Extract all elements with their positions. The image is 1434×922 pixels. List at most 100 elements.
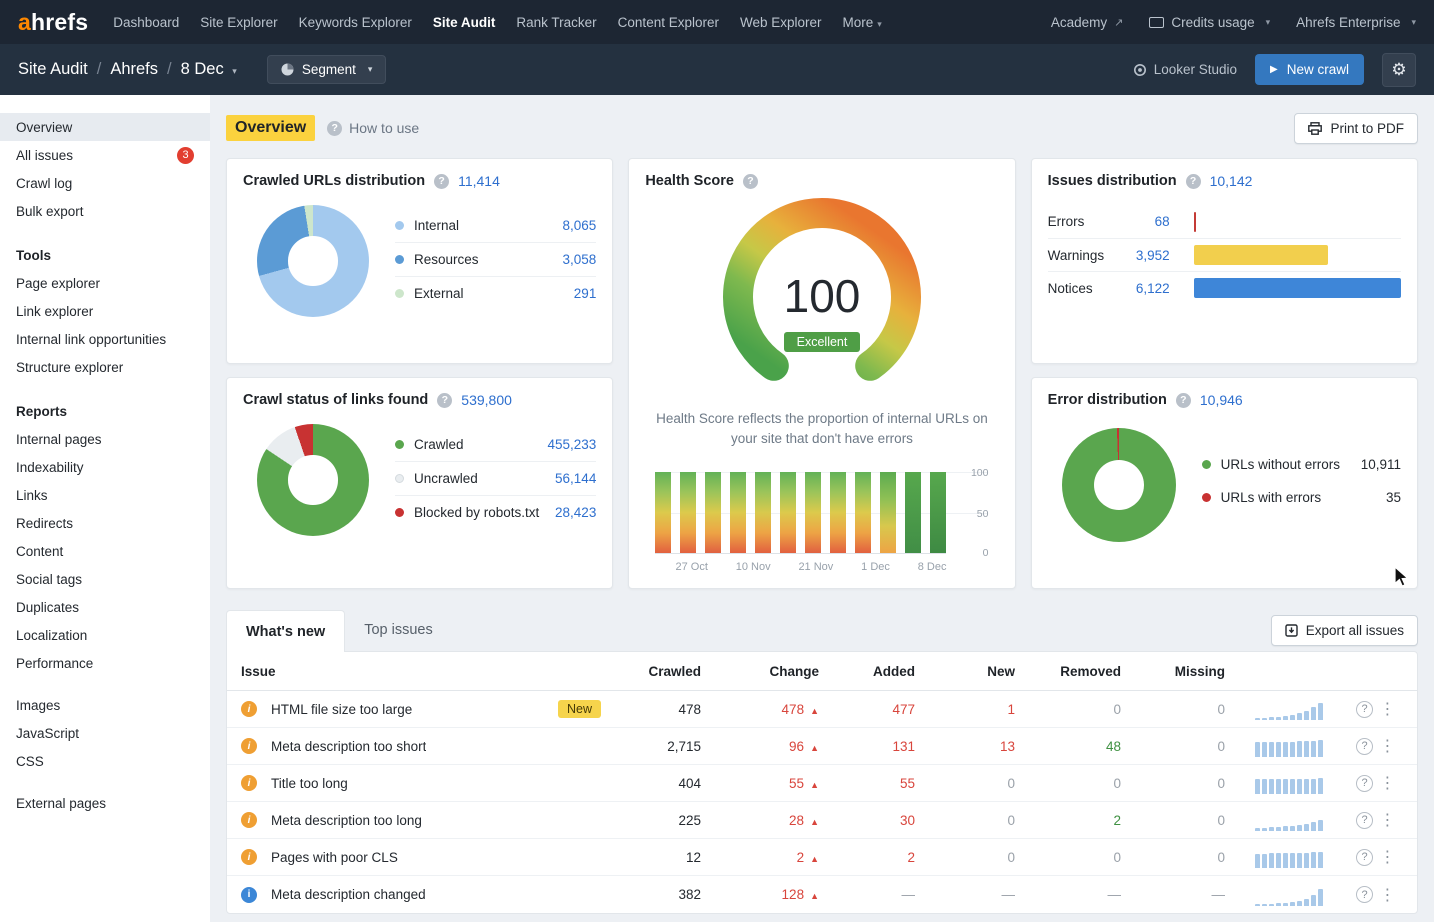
card-total-link[interactable]: 10,142 bbox=[1210, 173, 1253, 189]
issue-link[interactable]: Meta description too long bbox=[271, 813, 422, 828]
health-history-bar bbox=[755, 472, 771, 553]
tab-top-issues[interactable]: Top issues bbox=[345, 609, 452, 651]
dist-value-link[interactable]: 3,952 bbox=[1120, 248, 1170, 263]
help-icon[interactable]: ? bbox=[437, 393, 452, 408]
col-added[interactable]: Added bbox=[819, 664, 915, 679]
sidebar-item-link-explorer[interactable]: Link explorer bbox=[0, 297, 210, 325]
credits-usage-menu[interactable]: Credits usage▾ bbox=[1149, 15, 1270, 30]
nav-keywords-explorer[interactable]: Keywords Explorer bbox=[299, 15, 412, 30]
sidebar-item-duplicates[interactable]: Duplicates bbox=[0, 593, 210, 621]
help-icon[interactable]: ? bbox=[1176, 393, 1191, 408]
nav-site-explorer[interactable]: Site Explorer bbox=[200, 15, 277, 30]
help-icon[interactable]: ? bbox=[1356, 849, 1373, 866]
row-menu-icon[interactable]: ⋮ bbox=[1373, 847, 1403, 867]
sidebar-item-redirects[interactable]: Redirects bbox=[0, 509, 210, 537]
help-icon[interactable]: ? bbox=[743, 174, 758, 189]
legend-value-link[interactable]: 291 bbox=[574, 286, 597, 301]
legend-value-link[interactable]: 28,423 bbox=[555, 505, 596, 520]
card-total-link[interactable]: 10,946 bbox=[1200, 392, 1243, 408]
sidebar-item-page-explorer[interactable]: Page explorer bbox=[0, 269, 210, 297]
help-icon[interactable]: ? bbox=[327, 121, 342, 136]
dist-row-errors: Errors68 bbox=[1048, 205, 1401, 238]
sidebar-item-indexability[interactable]: Indexability bbox=[0, 453, 210, 481]
breadcrumb-project[interactable]: Ahrefs bbox=[110, 60, 158, 79]
new-value: 1 bbox=[915, 702, 1015, 717]
looker-studio-link[interactable]: Looker Studio bbox=[1133, 62, 1237, 77]
col-removed[interactable]: Removed bbox=[1015, 664, 1121, 679]
how-to-use-link[interactable]: How to use bbox=[349, 120, 419, 136]
sidebar-item-javascript[interactable]: JavaScript bbox=[0, 719, 210, 747]
enterprise-label: Ahrefs Enterprise bbox=[1296, 15, 1400, 30]
issue-link[interactable]: HTML file size too large bbox=[271, 702, 412, 717]
help-icon[interactable]: ? bbox=[1356, 775, 1373, 792]
x-tick: 8 Dec bbox=[918, 561, 947, 573]
row-menu-icon[interactable]: ⋮ bbox=[1373, 773, 1403, 793]
academy-link[interactable]: Academy↗ bbox=[1051, 15, 1124, 30]
col-crawled[interactable]: Crawled bbox=[615, 664, 701, 679]
sidebar-item-social-tags[interactable]: Social tags bbox=[0, 565, 210, 593]
breadcrumb-site-audit[interactable]: Site Audit bbox=[18, 60, 88, 79]
col-issue[interactable]: Issue bbox=[241, 664, 615, 679]
trend-up-icon: ▲ bbox=[810, 891, 819, 901]
help-icon[interactable]: ? bbox=[1356, 701, 1373, 718]
col-new[interactable]: New bbox=[915, 664, 1015, 679]
card-total-link[interactable]: 11,414 bbox=[458, 173, 500, 189]
sidebar-item-links[interactable]: Links bbox=[0, 481, 210, 509]
sidebar-item-bulk-export[interactable]: Bulk export bbox=[0, 197, 210, 225]
dist-value-link[interactable]: 68 bbox=[1120, 214, 1170, 229]
new-crawl-button[interactable]: ▶New crawl bbox=[1255, 54, 1364, 85]
nav-more[interactable]: More▾ bbox=[843, 15, 882, 30]
settings-button[interactable]: ⚙ bbox=[1382, 53, 1416, 87]
sidebar-item-crawl-log[interactable]: Crawl log bbox=[0, 169, 210, 197]
nav-dashboard[interactable]: Dashboard bbox=[113, 15, 179, 30]
sidebar-item-structure-explorer[interactable]: Structure explorer bbox=[0, 353, 210, 381]
sidebar-item-css[interactable]: CSS bbox=[0, 747, 210, 775]
change-value: 2▲ bbox=[701, 850, 819, 865]
row-menu-icon[interactable]: ⋮ bbox=[1373, 699, 1403, 719]
print-to-pdf-button[interactable]: Print to PDF bbox=[1294, 113, 1418, 144]
issue-link[interactable]: Meta description changed bbox=[271, 887, 426, 902]
help-icon[interactable]: ? bbox=[1356, 738, 1373, 755]
nav-content-explorer[interactable]: Content Explorer bbox=[618, 15, 719, 30]
card-total-link[interactable]: 539,800 bbox=[461, 392, 512, 408]
row-menu-icon[interactable]: ⋮ bbox=[1373, 810, 1403, 830]
legend-value-link[interactable]: 56,144 bbox=[555, 471, 596, 486]
enterprise-menu[interactable]: Ahrefs Enterprise▾ bbox=[1296, 15, 1416, 30]
segment-button[interactable]: Segment ▾ bbox=[267, 55, 387, 84]
row-menu-icon[interactable]: ⋮ bbox=[1373, 736, 1403, 756]
legend-value-link[interactable]: 455,233 bbox=[548, 437, 597, 452]
crawl-status-donut-chart bbox=[257, 424, 369, 536]
row-menu-icon[interactable]: ⋮ bbox=[1373, 885, 1403, 905]
help-icon[interactable]: ? bbox=[434, 174, 449, 189]
sidebar-item-external-pages[interactable]: External pages bbox=[0, 789, 210, 817]
col-missing[interactable]: Missing bbox=[1121, 664, 1225, 679]
help-icon[interactable]: ? bbox=[1186, 174, 1201, 189]
tab-whats-new[interactable]: What's new bbox=[226, 610, 345, 652]
credits-label: Credits usage bbox=[1171, 15, 1254, 30]
issue-link[interactable]: Title too long bbox=[271, 776, 348, 791]
sidebar-item-all-issues[interactable]: All issues3 bbox=[0, 141, 210, 169]
help-icon[interactable]: ? bbox=[1356, 886, 1373, 903]
help-icon[interactable]: ? bbox=[1356, 812, 1373, 829]
export-all-issues-button[interactable]: Export all issues bbox=[1271, 615, 1418, 646]
sidebar-item-internal-pages[interactable]: Internal pages bbox=[0, 425, 210, 453]
legend-value-link[interactable]: 3,058 bbox=[563, 252, 597, 267]
col-change[interactable]: Change bbox=[701, 664, 819, 679]
sidebar-item-content[interactable]: Content bbox=[0, 537, 210, 565]
dist-value-link[interactable]: 6,122 bbox=[1120, 281, 1170, 296]
legend-value-link[interactable]: 8,065 bbox=[563, 218, 597, 233]
nav-site-audit[interactable]: Site Audit bbox=[433, 15, 496, 30]
sidebar-item-images[interactable]: Images bbox=[0, 691, 210, 719]
sidebar-item-localization[interactable]: Localization bbox=[0, 621, 210, 649]
sidebar-item-performance[interactable]: Performance bbox=[0, 649, 210, 677]
legend: Crawled455,233 Uncrawled56,144 Blocked b… bbox=[395, 428, 596, 529]
sidebar-item-overview[interactable]: Overview bbox=[0, 113, 210, 141]
issue-link[interactable]: Pages with poor CLS bbox=[271, 850, 398, 865]
nav-web-explorer[interactable]: Web Explorer bbox=[740, 15, 822, 30]
crawl-date-dropdown[interactable]: 8 Dec ▾ bbox=[181, 60, 237, 79]
ahrefs-logo[interactable]: ahrefs bbox=[18, 9, 88, 36]
issue-link[interactable]: Meta description too short bbox=[271, 739, 426, 754]
nav-rank-tracker[interactable]: Rank Tracker bbox=[516, 15, 596, 30]
sidebar-item-internal-link-opportunities[interactable]: Internal link opportunities bbox=[0, 325, 210, 353]
table-row: i Meta description changed 382 128▲ — — … bbox=[227, 876, 1417, 913]
